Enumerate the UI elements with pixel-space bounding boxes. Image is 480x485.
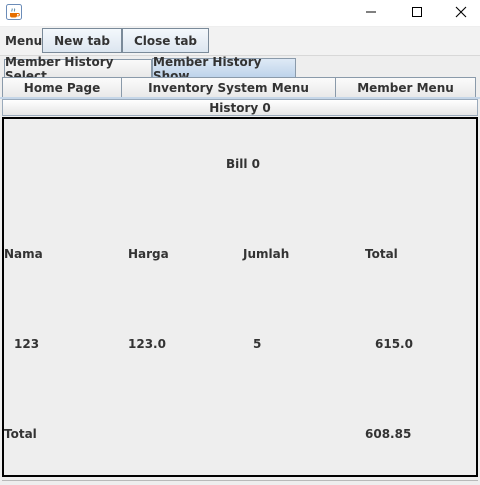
maximize-icon: [411, 6, 423, 21]
minimize-icon: [365, 6, 377, 21]
tab-row: Home Page Inventory System Menu Member M…: [0, 77, 480, 97]
history-header: History 0: [2, 99, 478, 116]
bill-panel: Bill 0 Nama Harga Jumlah Total 123 123.0…: [2, 117, 478, 477]
row-total: 615.0: [375, 337, 413, 351]
row-jumlah: 5: [253, 337, 262, 351]
minimize-button[interactable]: [348, 0, 394, 26]
tab-home-page[interactable]: Home Page: [2, 77, 122, 97]
column-header-jumlah: Jumlah: [243, 247, 290, 261]
column-header-harga: Harga: [128, 247, 169, 261]
tab-inventory-system-menu[interactable]: Inventory System Menu: [121, 77, 336, 97]
row-nama: 123: [14, 337, 40, 351]
scroll-strip: [2, 480, 478, 484]
row-harga: 123.0: [128, 337, 166, 351]
tab-member-history-select[interactable]: Member History Select: [4, 55, 152, 83]
column-header-nama: Nama: [4, 247, 43, 261]
grand-total-label: Total: [4, 427, 37, 441]
column-header-total: Total: [365, 247, 398, 261]
close-button[interactable]: [438, 0, 480, 26]
close-icon: [455, 6, 467, 21]
tab-member-history-show[interactable]: Member History Show: [152, 55, 296, 83]
menu-label[interactable]: Menu: [5, 34, 42, 48]
close-tab-button[interactable]: Close tab: [122, 28, 209, 53]
tab-member-menu[interactable]: Member Menu: [335, 77, 476, 97]
menu-bar: Menu New tab Close tab: [0, 27, 480, 56]
java-cup-icon: [6, 4, 22, 20]
title-bar: [0, 0, 480, 26]
bill-title: Bill 0: [226, 157, 261, 171]
new-tab-button[interactable]: New tab: [42, 28, 122, 53]
maximize-button[interactable]: [394, 0, 440, 26]
grand-total-value: 608.85: [365, 427, 412, 441]
